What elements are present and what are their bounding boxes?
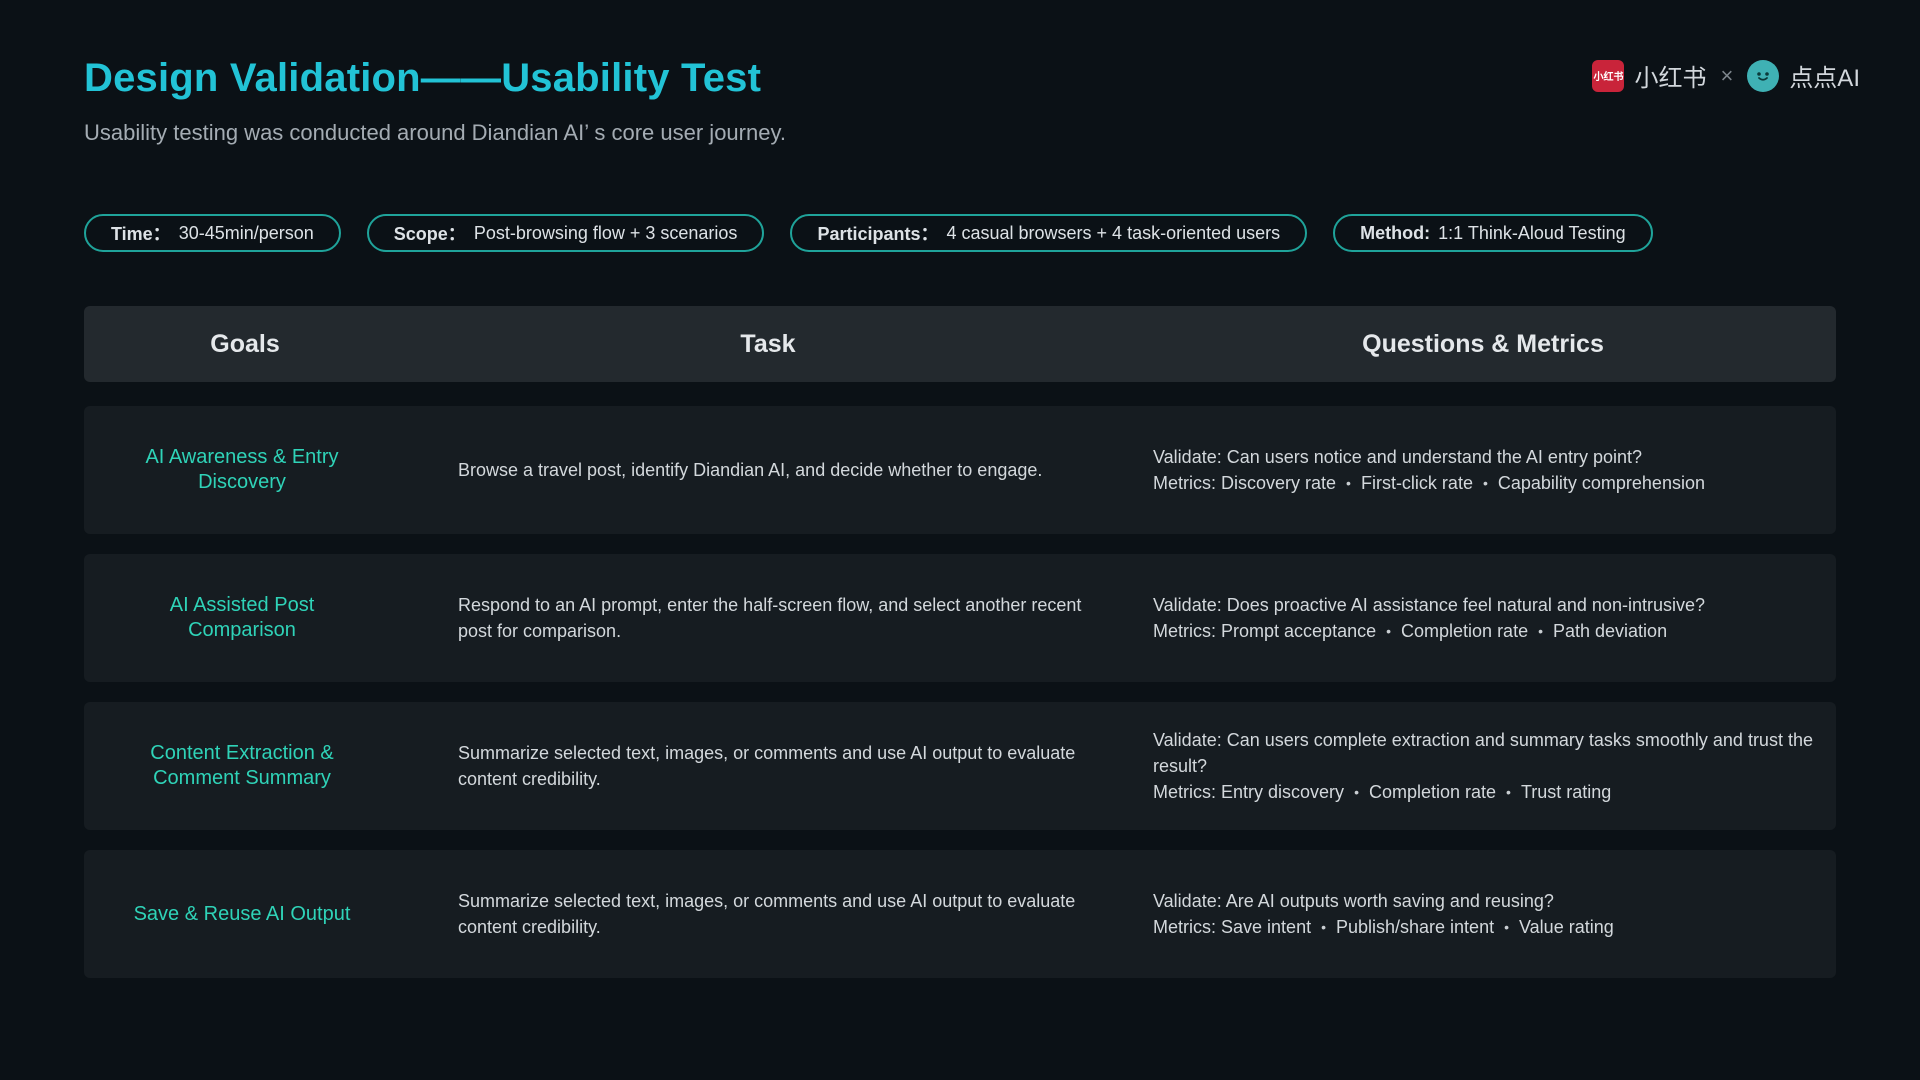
bullet-separator: •	[1538, 623, 1543, 639]
pill-method: Method: 1:1 Think-Aloud Testing	[1333, 214, 1653, 252]
pill-scope: Scope： Post-browsing flow + 3 scenarios	[366, 214, 765, 252]
table-row: AI Assisted Post Comparison Respond to a…	[84, 554, 1836, 682]
bullet-separator: •	[1482, 475, 1488, 491]
goal-cell: AI Awareness & Entry Discovery	[145, 446, 339, 493]
metrics-line: Metrics: Save intent • Publish/share inten…	[1153, 914, 1813, 940]
metric-item: First-click rate	[1360, 473, 1473, 493]
slide: Design Validation——Usability Test Usabil…	[0, 0, 1920, 1080]
table-row: AI Awareness & Entry Discovery Browse a …	[84, 406, 1836, 534]
pill-participants: Participants： 4 casual browsers + 4 task…	[790, 214, 1308, 252]
goal-cell: Save & Reuse AI Output	[133, 902, 351, 925]
metric-item: Entry discovery	[1221, 782, 1345, 802]
metric-item: Save intent	[1221, 917, 1312, 937]
task-cell: Respond to an AI prompt, enter the half-…	[458, 595, 1082, 641]
xiaohongshu-name: 小红书	[1634, 65, 1707, 92]
test-info-pills: Time： 30-45min/person Scope： Post-browsi…	[84, 214, 1653, 252]
pill-time: Time： 30-45min/person	[84, 214, 341, 252]
xiaohongshu-logo-icon: 小红书	[1592, 59, 1625, 92]
metric-item: Value rating	[1519, 917, 1614, 937]
task-cell: Summarize selected text, images, or comm…	[458, 891, 1076, 937]
bullet-separator: •	[1354, 784, 1359, 800]
column-header-goals: Goals	[210, 329, 280, 358]
metric-item: Completion rate	[1368, 782, 1497, 802]
metric-item: Prompt acceptance	[1221, 621, 1377, 641]
validate-text: Validate: Are AI outputs worth saving an…	[1153, 891, 1554, 911]
questions-cell: Validate: Are AI outputs worth saving an…	[1153, 850, 1813, 978]
diandian-logo-icon	[1747, 59, 1780, 92]
bullet-separator: •	[1504, 919, 1509, 935]
metric-item: Completion rate	[1401, 621, 1529, 641]
brand-separator: ×	[1720, 62, 1734, 88]
validate-text: Validate: Can users notice and understan…	[1153, 447, 1642, 467]
metric-item: Capability comprehension	[1497, 473, 1705, 493]
metric-item: Trust rating	[1520, 782, 1612, 802]
goal-cell: Content Extraction & Comment Summary	[150, 742, 334, 789]
bullet-separator: •	[1346, 475, 1351, 491]
column-header-questions: Questions & Metrics	[1362, 329, 1604, 358]
metrics-line: Metrics: Entry discovery • Completion rate…	[1153, 779, 1813, 805]
table-header: Goals Task Questions & Metrics	[84, 306, 1836, 382]
metrics-line: Metrics: Prompt acceptance • Completion ra…	[1153, 618, 1813, 644]
questions-cell: Validate: Can users notice and understan…	[1153, 406, 1813, 534]
goal-cell: AI Assisted Post Comparison	[169, 594, 315, 641]
metric-item: Publish/share intent	[1335, 917, 1495, 937]
questions-cell: Validate: Does proactive AI assistance f…	[1153, 554, 1813, 682]
metrics-line: Metrics: Discovery rate • First-click rate…	[1153, 470, 1813, 496]
validate-text: Validate: Does proactive AI assistance f…	[1153, 595, 1705, 615]
page-subtitle: Usability testing was conducted around D…	[84, 120, 786, 145]
metric-item: Discovery rate	[1221, 473, 1337, 493]
diandian-name: 点点AI	[1789, 65, 1860, 92]
brand-lockup: 小红书 小红书 × 点点AI	[1592, 58, 1860, 93]
metric-item: Path deviation	[1553, 621, 1668, 641]
page-title: Design Validation——Usability Test	[84, 56, 762, 100]
table-row: Content Extraction & Comment Summary Sum…	[84, 702, 1836, 830]
bullet-separator: •	[1386, 623, 1392, 639]
bullet-separator: •	[1321, 919, 1326, 935]
validate-text: Validate: Can users complete extraction …	[1153, 730, 1813, 776]
column-header-task: Task	[740, 329, 796, 358]
bullet-separator: •	[1506, 784, 1511, 800]
questions-cell: Validate: Can users complete extraction …	[1153, 702, 1813, 830]
task-cell: Summarize selected text, images, or comm…	[458, 743, 1076, 789]
table-row: Save & Reuse AI Output Summarize selecte…	[84, 850, 1836, 978]
task-cell: Browse a travel post, identify Diandian …	[458, 460, 1043, 480]
